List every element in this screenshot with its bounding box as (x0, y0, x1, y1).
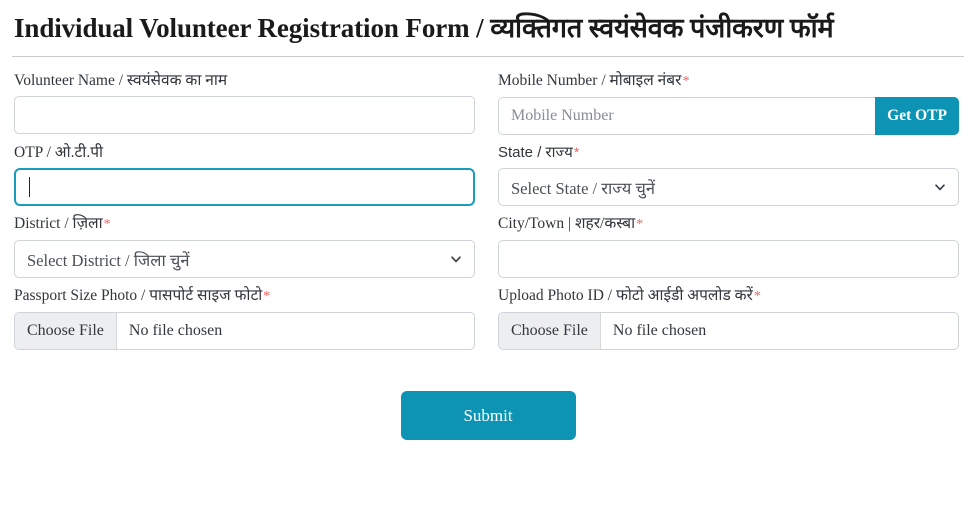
otp-input-wrapper (14, 168, 475, 206)
volunteer-name-input[interactable] (14, 96, 475, 134)
mobile-number-input-group: Get OTP (498, 97, 959, 135)
district-select[interactable]: Select District / जिला चुनें (14, 240, 475, 278)
field-state: State / राज्य* Select State / राज्य चुने… (498, 143, 959, 206)
state-label-text: State / राज्य (498, 144, 573, 161)
passport-photo-file-input[interactable]: Choose File No file chosen (14, 312, 475, 350)
passport-photo-file-status: No file chosen (128, 322, 223, 339)
form-header: Individual Volunteer Registration Form /… (0, 0, 976, 46)
field-volunteer-name: Volunteer Name / स्वयंसेवक का नाम (14, 71, 475, 135)
otp-label: OTP / ओ.टी.पी (14, 144, 104, 161)
district-label-text: District / ज़िला (14, 215, 103, 232)
photo-id-label-text: Upload Photo ID / फोटो आईडी अपलोड करें (498, 287, 753, 304)
city-town-input[interactable] (498, 240, 959, 278)
chevron-down-icon (935, 184, 945, 191)
district-select-value: Select District / जिला चुनें (27, 250, 190, 270)
photo-id-file-input[interactable]: Choose File No file chosen (498, 312, 959, 350)
photo-id-required-asterisk: * (753, 289, 761, 304)
chevron-down-icon (451, 256, 461, 263)
page-title: Individual Volunteer Registration Form /… (14, 13, 834, 43)
submit-row: Submit (14, 391, 962, 440)
city-town-required-asterisk: * (636, 217, 644, 232)
field-district: District / ज़िला* Select District / जिला… (14, 214, 475, 278)
passport-photo-label: Passport Size Photo / पासपोर्ट साइज फोटो… (14, 286, 475, 306)
field-mobile-number: Mobile Number / मोबाइल नंबर* Get OTP (498, 71, 959, 135)
mobile-number-label: Mobile Number / मोबाइल नंबर* (498, 71, 959, 91)
photo-id-label: Upload Photo ID / फोटो आईडी अपलोड करें* (498, 286, 959, 306)
form-row-name-mobile: Volunteer Name / स्वयंसेवक का नाम Mobile… (14, 71, 962, 135)
form-body: Volunteer Name / स्वयंसेवक का नाम Mobile… (0, 71, 976, 440)
state-select[interactable]: Select State / राज्य चुनें (498, 168, 959, 206)
state-required-asterisk: * (573, 144, 580, 160)
mobile-number-label-text: Mobile Number / मोबाइल नंबर (498, 72, 682, 89)
passport-photo-label-text: Passport Size Photo / पासपोर्ट साइज फोटो (14, 287, 263, 304)
photo-id-choose-file-button[interactable]: Choose File (499, 313, 601, 349)
field-city-town: City/Town | शहर/कस्बा* (498, 214, 959, 278)
otp-input[interactable] (14, 168, 475, 206)
state-label: State / राज्य* (498, 143, 959, 162)
form-row-uploads: Passport Size Photo / पासपोर्ट साइज फोटो… (14, 286, 962, 350)
registration-form-page: Individual Volunteer Registration Form /… (0, 0, 976, 525)
header-divider (12, 56, 964, 57)
form-row-district-city: District / ज़िला* Select District / जिला… (14, 214, 962, 278)
mobile-number-input[interactable] (498, 97, 876, 135)
mobile-number-required-asterisk: * (682, 74, 690, 89)
passport-photo-required-asterisk: * (263, 289, 271, 304)
district-required-asterisk: * (103, 217, 111, 232)
state-select-value: Select State / राज्य चुनें (511, 178, 656, 198)
volunteer-name-label: Volunteer Name / स्वयंसेवक का नाम (14, 72, 228, 89)
get-otp-button[interactable]: Get OTP (875, 97, 959, 135)
city-town-label: City/Town | शहर/कस्बा* (498, 214, 959, 234)
field-photo-id: Upload Photo ID / फोटो आईडी अपलोड करें* … (498, 286, 959, 350)
submit-button[interactable]: Submit (400, 391, 576, 440)
photo-id-file-status: No file chosen (612, 322, 707, 339)
field-passport-photo: Passport Size Photo / पासपोर्ट साइज फोटो… (14, 286, 475, 350)
passport-photo-choose-file-button[interactable]: Choose File (15, 313, 117, 349)
form-row-otp-state: OTP / ओ.टी.पी State / राज्य* Select Stat… (14, 143, 962, 206)
field-otp: OTP / ओ.टी.पी (14, 143, 475, 206)
text-cursor (29, 177, 30, 197)
district-label: District / ज़िला* (14, 214, 475, 234)
city-town-label-text: City/Town | शहर/कस्बा (498, 215, 636, 232)
